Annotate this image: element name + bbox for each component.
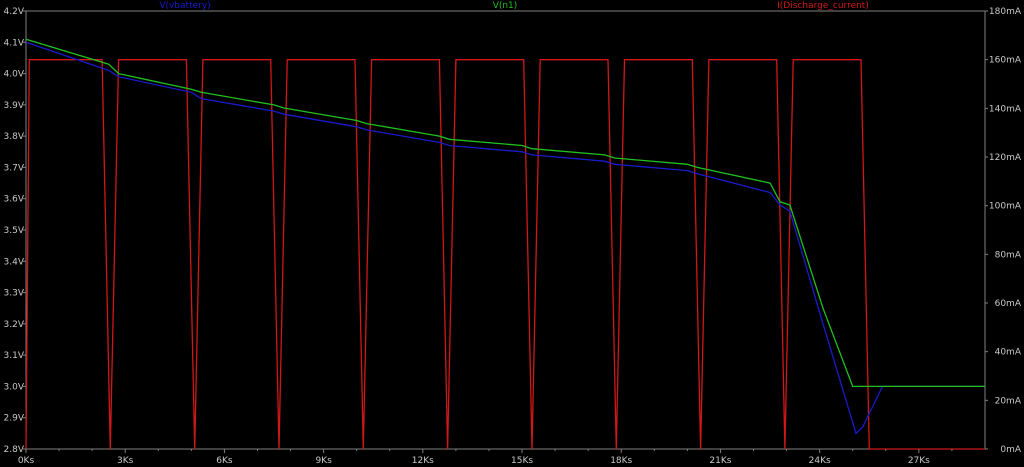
y-left-tick-label: 3.9V — [4, 101, 25, 111]
y-left-tick-label: 2.9V — [4, 414, 25, 424]
y-left-tick-label: 3.4V — [4, 257, 25, 267]
x-tick-label: 24Ks — [809, 456, 831, 466]
x-tick-label: 18Ks — [610, 456, 632, 466]
y-right-tick-label: 60mA — [995, 299, 1022, 309]
y-left-tick-label: 3.5V — [4, 226, 25, 236]
x-tick-label: 12Ks — [412, 456, 434, 466]
y-right-tick-label: 120mA — [989, 153, 1022, 163]
legend-vn1: V(n1) — [493, 1, 518, 11]
y-left-tick-label: 3.6V — [4, 195, 25, 205]
y-left-tick-label: 3.0V — [4, 382, 25, 392]
y-left-tick-label: 4.0V — [4, 70, 25, 80]
x-tick-label: 3Ks — [117, 456, 134, 466]
legend: V(vbattery) V(n1) I(Discharge_current) — [159, 1, 869, 11]
chart: 0Ks 3Ks 6Ks 9Ks 12Ks 15Ks 18Ks 21Ks 24Ks 27Ks 4.2V… — [4, 1, 1022, 466]
y-right-tick-label: 0mA — [1000, 445, 1021, 455]
y-right-tick-label: 180mA — [989, 7, 1022, 17]
x-tick-label: 27Ks — [908, 456, 930, 466]
y-left-tick-label: 3.2V — [4, 320, 25, 330]
y-right-tick-label: 100mA — [989, 202, 1022, 212]
x-tick-label: 6Ks — [216, 456, 233, 466]
y-right-tick-label: 80mA — [995, 250, 1022, 260]
y-right-tick-label: 140mA — [989, 104, 1022, 114]
y-right-tick-label: 20mA — [995, 396, 1022, 406]
y-left-tick-label: 4.2V — [4, 7, 25, 17]
x-tick-label: 21Ks — [709, 456, 731, 466]
y-left-tick-label: 4.1V — [4, 38, 25, 48]
y-right-tick-label: 160mA — [989, 56, 1022, 66]
legend-discharge-current: I(Discharge_current) — [777, 1, 869, 11]
x-tick-label: 9Ks — [315, 456, 332, 466]
y-left-tick-label: 3.8V — [4, 132, 25, 142]
y-right-tick-label: 40mA — [995, 348, 1022, 358]
y-left-tick-label: 2.8V — [4, 445, 25, 455]
y-left-tick-label: 3.7V — [4, 163, 25, 173]
x-tick-label: 15Ks — [511, 456, 533, 466]
x-tick-label: 0Ks — [18, 456, 35, 466]
y-left-tick-label: 3.3V — [4, 289, 25, 299]
y-left-tick-label: 3.1V — [4, 351, 25, 361]
legend-vbattery: V(vbattery) — [159, 1, 210, 11]
